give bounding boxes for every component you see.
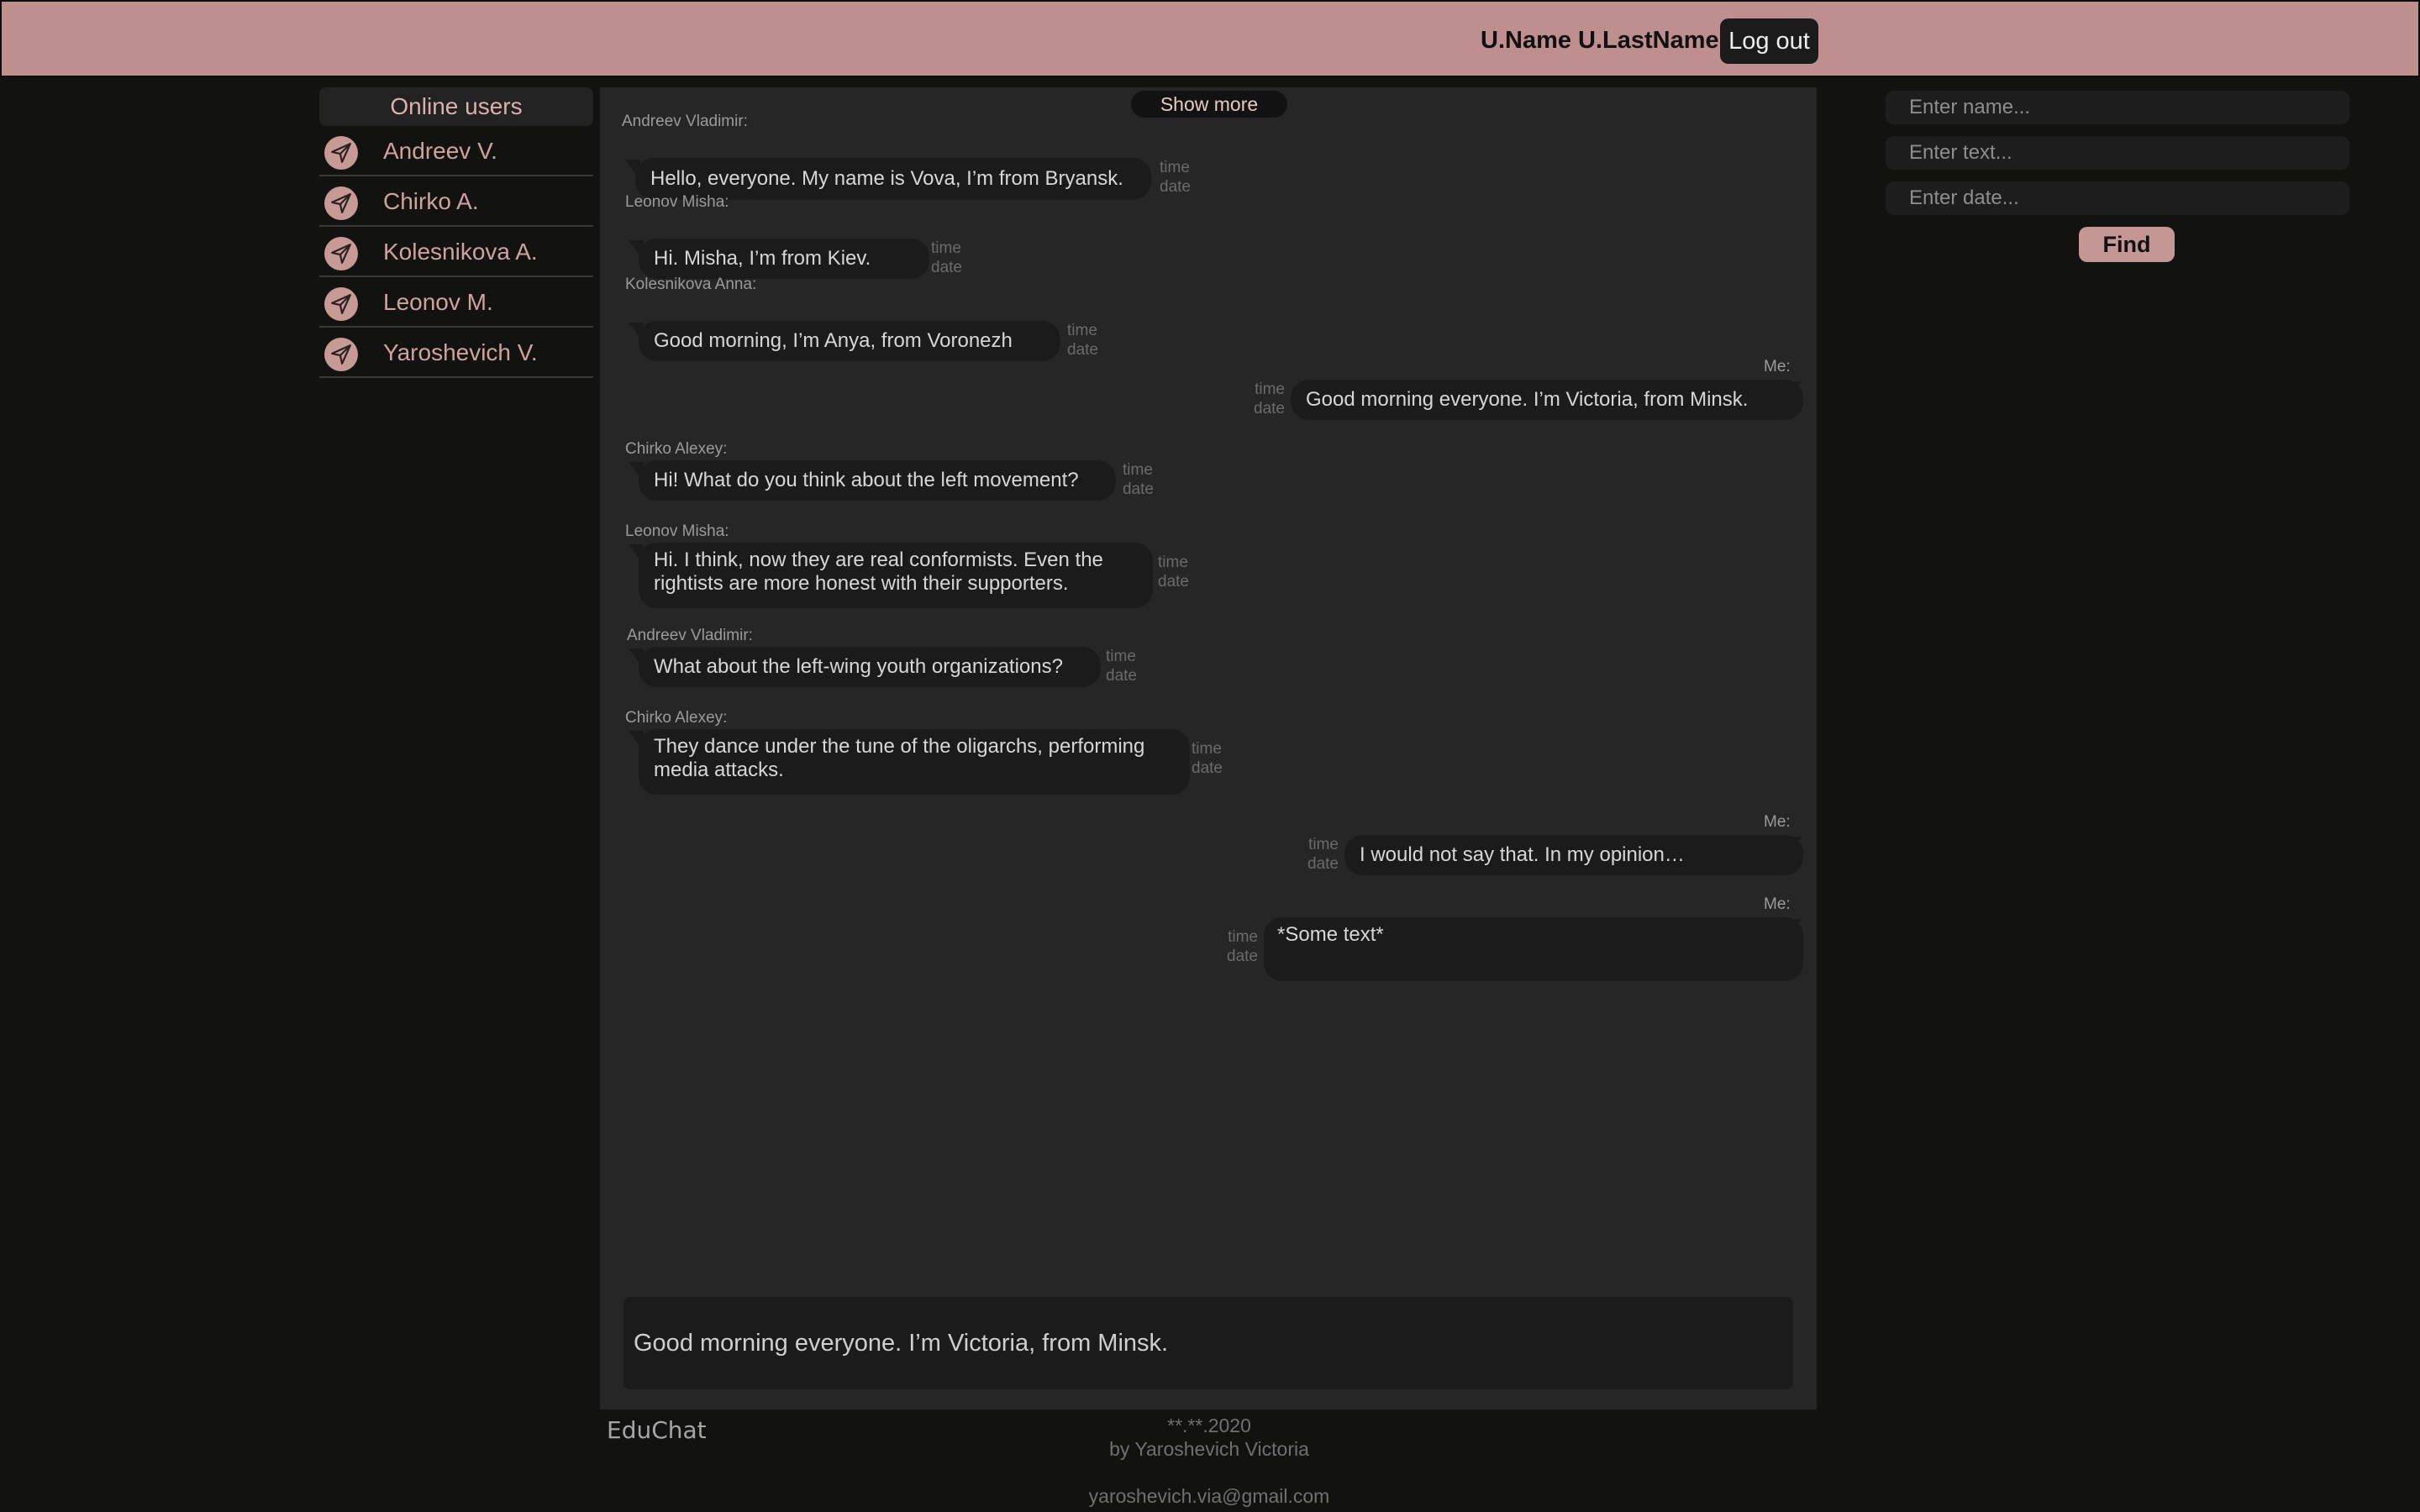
message-author: Me: <box>1764 358 1791 375</box>
logout-button[interactable]: Log out <box>1720 18 1818 64</box>
message-timestamp: time date <box>1106 648 1137 685</box>
message-timestamp: time date <box>1158 554 1189 591</box>
message-input[interactable]: Good morning everyone. I’m Victoria, fro… <box>623 1297 1793 1389</box>
message-timestamp: time date <box>1192 740 1223 777</box>
message-author: Chirko Alexey: <box>625 709 728 727</box>
send-icon <box>324 338 358 371</box>
current-user-name: U.Name U.LastName <box>1481 27 1719 54</box>
search-panel: Enter name... Enter text... Enter date..… <box>1886 91 2349 262</box>
sidebar-item-label: Leonov M. <box>383 289 493 315</box>
message-author: Kolesnikova Anna: <box>625 276 757 293</box>
message-bubble: Hi. Misha, I’m from Kiev. <box>639 239 929 279</box>
send-icon <box>324 136 358 170</box>
send-icon <box>324 287 358 321</box>
online-users-panel: Online users Andreev V. Chirko A. Kolesn… <box>319 87 593 378</box>
sidebar-item-andreev[interactable]: Andreev V. <box>319 126 593 176</box>
message-bubble: They dance under the tune of the oligarc… <box>639 729 1190 795</box>
sidebar-item-kolesnikova[interactable]: Kolesnikova A. <box>319 227 593 277</box>
message-timestamp: time date <box>1254 381 1285 417</box>
footer-email[interactable]: yaroshevich.via@gmail.com <box>1020 1485 1398 1508</box>
message-author: Leonov Misha: <box>625 193 729 211</box>
message-author: Me: <box>1764 813 1791 831</box>
find-button[interactable]: Find <box>2079 227 2175 262</box>
online-users-title: Online users <box>319 87 593 126</box>
sidebar-item-label: Chirko A. <box>383 188 479 214</box>
message-timestamp: time date <box>1123 461 1154 498</box>
send-icon <box>324 237 358 270</box>
sidebar-item-leonov[interactable]: Leonov M. <box>319 277 593 328</box>
sidebar-item-label: Kolesnikova A. <box>383 239 538 265</box>
message-bubble: Good morning everyone. I’m Victoria, fro… <box>1291 380 1803 420</box>
send-icon <box>324 186 358 220</box>
sidebar-item-label: Andreev V. <box>383 138 497 164</box>
message-author: Andreev Vladimir: <box>627 627 753 644</box>
message-author: Chirko Alexey: <box>625 440 728 458</box>
message-bubble: *Some text* <box>1264 917 1803 981</box>
message-author: Leonov Misha: <box>625 522 729 540</box>
name-filter-input[interactable]: Enter name... <box>1886 91 2349 124</box>
message-timestamp: time date <box>1160 159 1191 196</box>
message-bubble: Hi! What do you think about the left mov… <box>639 460 1116 501</box>
brand-logo: EduChat <box>607 1416 707 1444</box>
message-bubble: I would not say that. In my opinion… <box>1344 835 1803 875</box>
message-timestamp: time date <box>931 239 962 276</box>
message-timestamp: time date <box>1227 928 1258 965</box>
sidebar-item-yaroshevich[interactable]: Yaroshevich V. <box>319 328 593 378</box>
sidebar-item-label: Yaroshevich V. <box>383 339 538 365</box>
text-filter-input[interactable]: Enter text... <box>1886 136 2349 170</box>
message-author: Andreev Vladimir: <box>622 113 748 130</box>
chat-panel[interactable]: Show more Andreev Vladimir: Hello, every… <box>600 87 1817 1410</box>
message-bubble: Hi. I think, now they are real conformis… <box>639 543 1153 608</box>
footer-date: **.**.2020 <box>1167 1415 1251 1436</box>
message-author: Me: <box>1764 895 1791 913</box>
show-more-button[interactable]: Show more <box>1131 91 1287 118</box>
message-timestamp: time date <box>1067 322 1098 359</box>
date-filter-input[interactable]: Enter date... <box>1886 181 2349 215</box>
message-bubble: What about the left-wing youth organizat… <box>639 647 1101 687</box>
message-timestamp: time date <box>1307 836 1339 873</box>
message-bubble: Good morning, I’m Anya, from Voronezh <box>639 321 1060 361</box>
top-bar: U.Name U.LastName Log out <box>0 0 2420 77</box>
sidebar-item-chirko[interactable]: Chirko A. <box>319 176 593 227</box>
footer-author: by Yaroshevich Victoria <box>1109 1438 1309 1460</box>
